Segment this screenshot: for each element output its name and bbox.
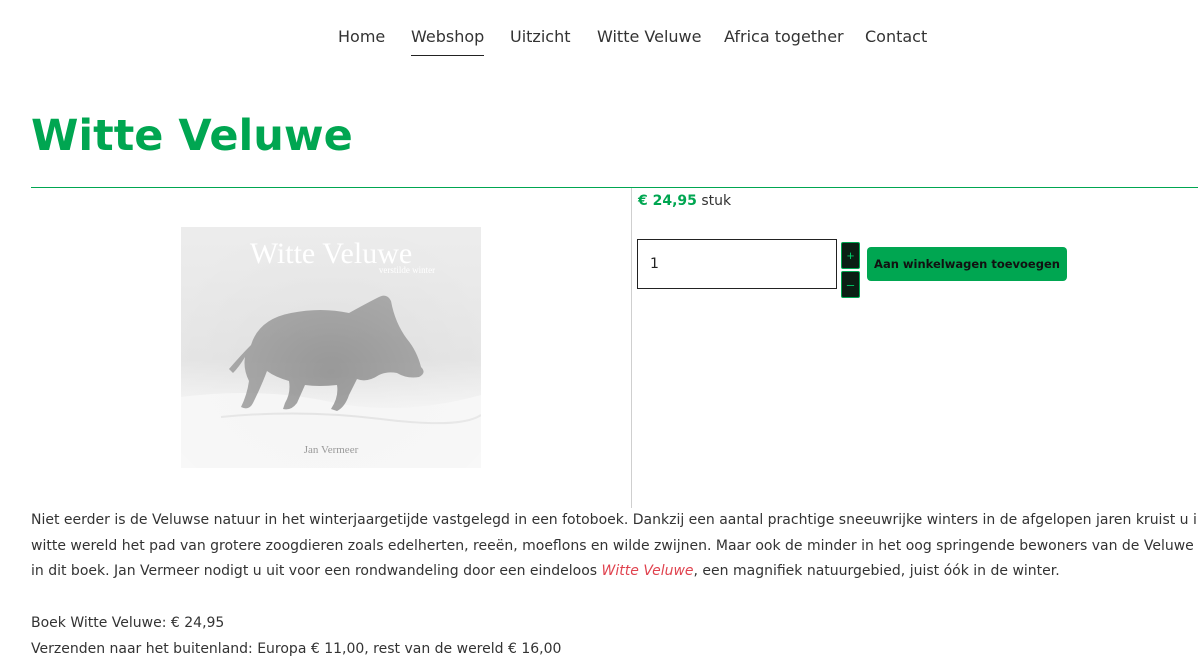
witte-veluwe-link[interactable]: Witte Veluwe	[602, 563, 694, 579]
nav-item-contact[interactable]: Contact	[865, 27, 927, 47]
column-divider	[631, 188, 632, 508]
nav-item-uitzicht[interactable]: Uitzicht	[510, 27, 570, 47]
description-line: witte wereld het pad van grotere zoogdie…	[31, 537, 1198, 554]
nav-item-witte-veluwe[interactable]: Witte Veluwe	[597, 27, 701, 47]
product-description: Niet eerder is de Veluwse natuur in het …	[31, 508, 1198, 585]
description-line: in dit boek. Jan Vermeer nodigt u uit vo…	[31, 559, 1198, 585]
nav-item-africa-together[interactable]: Africa together	[724, 27, 844, 47]
page-title: Witte Veluwe	[31, 111, 353, 161]
nav-item-webshop[interactable]: Webshop	[411, 27, 485, 56]
quantity-input[interactable]	[637, 239, 837, 289]
price-line: € 24,95 stuk	[638, 192, 731, 210]
add-to-cart-button[interactable]: Aan winkelwagen toevoegen	[867, 247, 1067, 281]
price-unit: stuk	[701, 193, 732, 209]
main-nav: Home Webshop Uitzicht Witte Veluwe Afric…	[0, 27, 1198, 59]
title-divider	[31, 187, 1198, 188]
quantity-decrease-button[interactable]: –	[841, 271, 860, 298]
quantity-increase-button[interactable]: +	[841, 242, 860, 269]
product-price: € 24,95	[638, 193, 697, 209]
description-text: in dit boek. Jan Vermeer nodigt u uit vo…	[31, 563, 602, 579]
description-text: , een magnifiek natuurgebied, juist óók …	[693, 563, 1060, 579]
product-image[interactable]: Witte Veluwe verstilde winter Jan Vermee…	[181, 227, 481, 468]
book-price-info: Boek Witte Veluwe: € 24,95	[31, 615, 225, 631]
description-line: Niet eerder is de Veluwse natuur in het …	[31, 512, 1198, 528]
nav-item-home[interactable]: Home	[338, 27, 385, 47]
cover-author: Jan Vermeer	[304, 444, 359, 456]
cover-subtitle: verstilde winter	[379, 265, 435, 275]
shipping-info: Verzenden naar het buitenland: Europa € …	[31, 641, 562, 657]
